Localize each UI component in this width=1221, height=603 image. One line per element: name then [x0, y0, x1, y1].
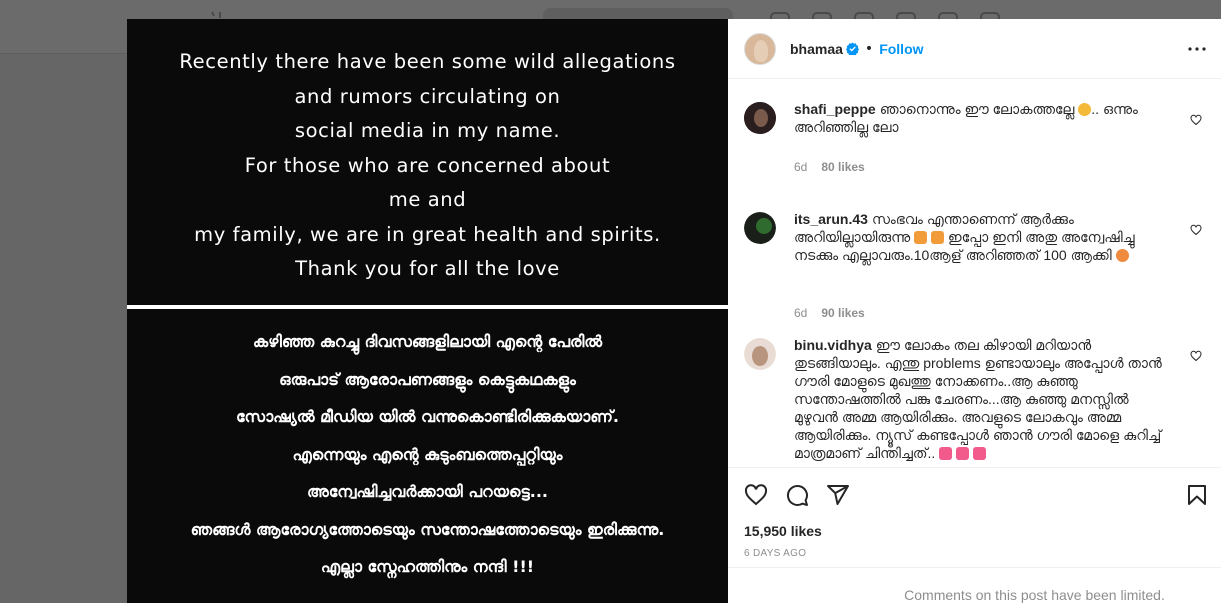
malayalam-line: എല്ലാ സ്നേഹത്തിനും നന്ദി !!!	[320, 557, 535, 576]
malayalam-line: ഒരുപാട് ആരോപണങ്ങളും കെട്ടുകഥകളും	[279, 369, 576, 389]
comment-content: ഞാനൊന്നും ഈ ലോകത്തല്ലേ	[879, 101, 1079, 117]
english-line: Thank you for all the love	[295, 257, 560, 280]
post-timestamp[interactable]: 6 DAYS AGO	[744, 548, 806, 559]
heart-icon[interactable]	[744, 483, 768, 507]
comments-limited-notice: Comments on this post have been limited.	[728, 567, 1221, 603]
cat-emoji-icon	[931, 231, 945, 244]
cat-emoji-icon	[914, 231, 928, 244]
background-left-area	[0, 54, 127, 603]
english-line: social media in my name.	[294, 119, 561, 142]
comment-age: 6d	[794, 160, 808, 174]
comments-list[interactable]: shafi_peppe ഞാനൊന്നും ഈ ലോകത്തല്ലേ .. ഒന്…	[728, 80, 1221, 467]
share-icon[interactable]	[826, 483, 850, 507]
comment-text: its_arun.43 സംഭവം എന്താണെന്ന് ആർക്കും അറി…	[794, 210, 1164, 264]
comment-age: 6d	[794, 306, 808, 320]
post-header: bhamaa • Follow	[728, 19, 1221, 79]
comment-avatar[interactable]	[744, 212, 776, 244]
comment-likes[interactable]: 90 likes	[821, 306, 864, 320]
english-line: my family, we are in great health and sp…	[194, 222, 661, 246]
malayalam-line: അന്വേഷിച്ചവർക്കായി പറയട്ടെ...	[306, 482, 549, 501]
comment-like-heart-icon[interactable]	[1190, 114, 1202, 126]
comment-icon[interactable]	[785, 483, 809, 507]
comment-username[interactable]: shafi_peppe	[794, 101, 876, 117]
separator-dot: •	[864, 40, 874, 57]
thinking-emoji-icon	[1078, 103, 1092, 116]
post-sidebar: bhamaa • Follow shafi_peppe ഞാനൊന്നും ഈ ല…	[728, 19, 1221, 603]
author-avatar[interactable]	[744, 32, 776, 65]
comment-content: ഈ ലോകം തല കിഴായി മറിയാൻ തുടങ്ങിയാലും. എന…	[794, 337, 1162, 461]
author-username[interactable]: bhamaa	[790, 41, 843, 57]
hearts-emoji-icon	[956, 447, 970, 460]
english-line: me and	[388, 188, 467, 211]
post-modal: Recently there have been some wild alleg…	[127, 19, 1221, 603]
hearts-emoji-icon	[939, 447, 953, 460]
more-options-icon[interactable]	[1187, 39, 1207, 59]
verified-badge-icon	[845, 42, 859, 55]
comment-avatar[interactable]	[744, 338, 776, 370]
post-malayalam-text: കഴിഞ്ഞ കുറച്ചു ദിവസങ്ങളിലായി എന്റെ പേരിൽ…	[127, 323, 728, 586]
save-icon[interactable]	[1185, 483, 1209, 507]
comment-like-heart-icon[interactable]	[1190, 350, 1202, 362]
malayalam-line: കഴിഞ്ഞ കുറച്ചു ദിവസങ്ങളിലായി എന്റെ പേരിൽ	[252, 332, 603, 351]
image-divider	[127, 305, 728, 309]
post-actions-section: 15,950 likes 6 DAYS AGO Comments on this…	[728, 467, 1221, 603]
comment-text: binu.vidhya ഈ ലോകം തല കിഴായി മറിയാൻ തുടങ്…	[794, 336, 1164, 462]
comment-meta: 6d 90 likes	[794, 306, 879, 320]
post-english-text: Recently there have been some wild alleg…	[127, 45, 728, 287]
post-image: Recently there have been some wild alleg…	[127, 19, 728, 603]
comment-meta: 6d 80 likes	[794, 160, 879, 174]
comment-text: shafi_peppe ഞാനൊന്നും ഈ ലോകത്തല്ലേ .. ഒന്…	[794, 100, 1164, 136]
malayalam-line: സോഷ്യൽ മീഡിയ യിൽ വന്നുകൊണ്ടിരിക്കുകയാണ്.	[236, 407, 619, 426]
comment-like-heart-icon[interactable]	[1190, 224, 1202, 236]
action-icons	[744, 483, 850, 507]
english-line: For those who are concerned about	[244, 153, 611, 177]
malayalam-line: എന്നെയും എന്റെ കുടുംബത്തെപ്പറ്റിയും	[292, 444, 563, 464]
hearts-emoji-icon	[972, 447, 986, 460]
comment-username[interactable]: its_arun.43	[794, 211, 868, 227]
english-line: and rumors circulating on	[294, 84, 561, 108]
english-line: Recently there have been some wild alleg…	[179, 50, 676, 73]
malayalam-line: ഞങ്ങൾ ആരോഗ്യത്തോടെയും സന്തോഷത്തോടെയും ഇര…	[190, 519, 665, 539]
comment-likes[interactable]: 80 likes	[821, 160, 864, 174]
laughing-emoji-icon	[1115, 249, 1129, 262]
follow-button[interactable]: Follow	[879, 41, 923, 57]
comment-username[interactable]: binu.vidhya	[794, 337, 872, 353]
likes-count[interactable]: 15,950 likes	[744, 523, 822, 539]
comment-avatar[interactable]	[744, 102, 776, 134]
